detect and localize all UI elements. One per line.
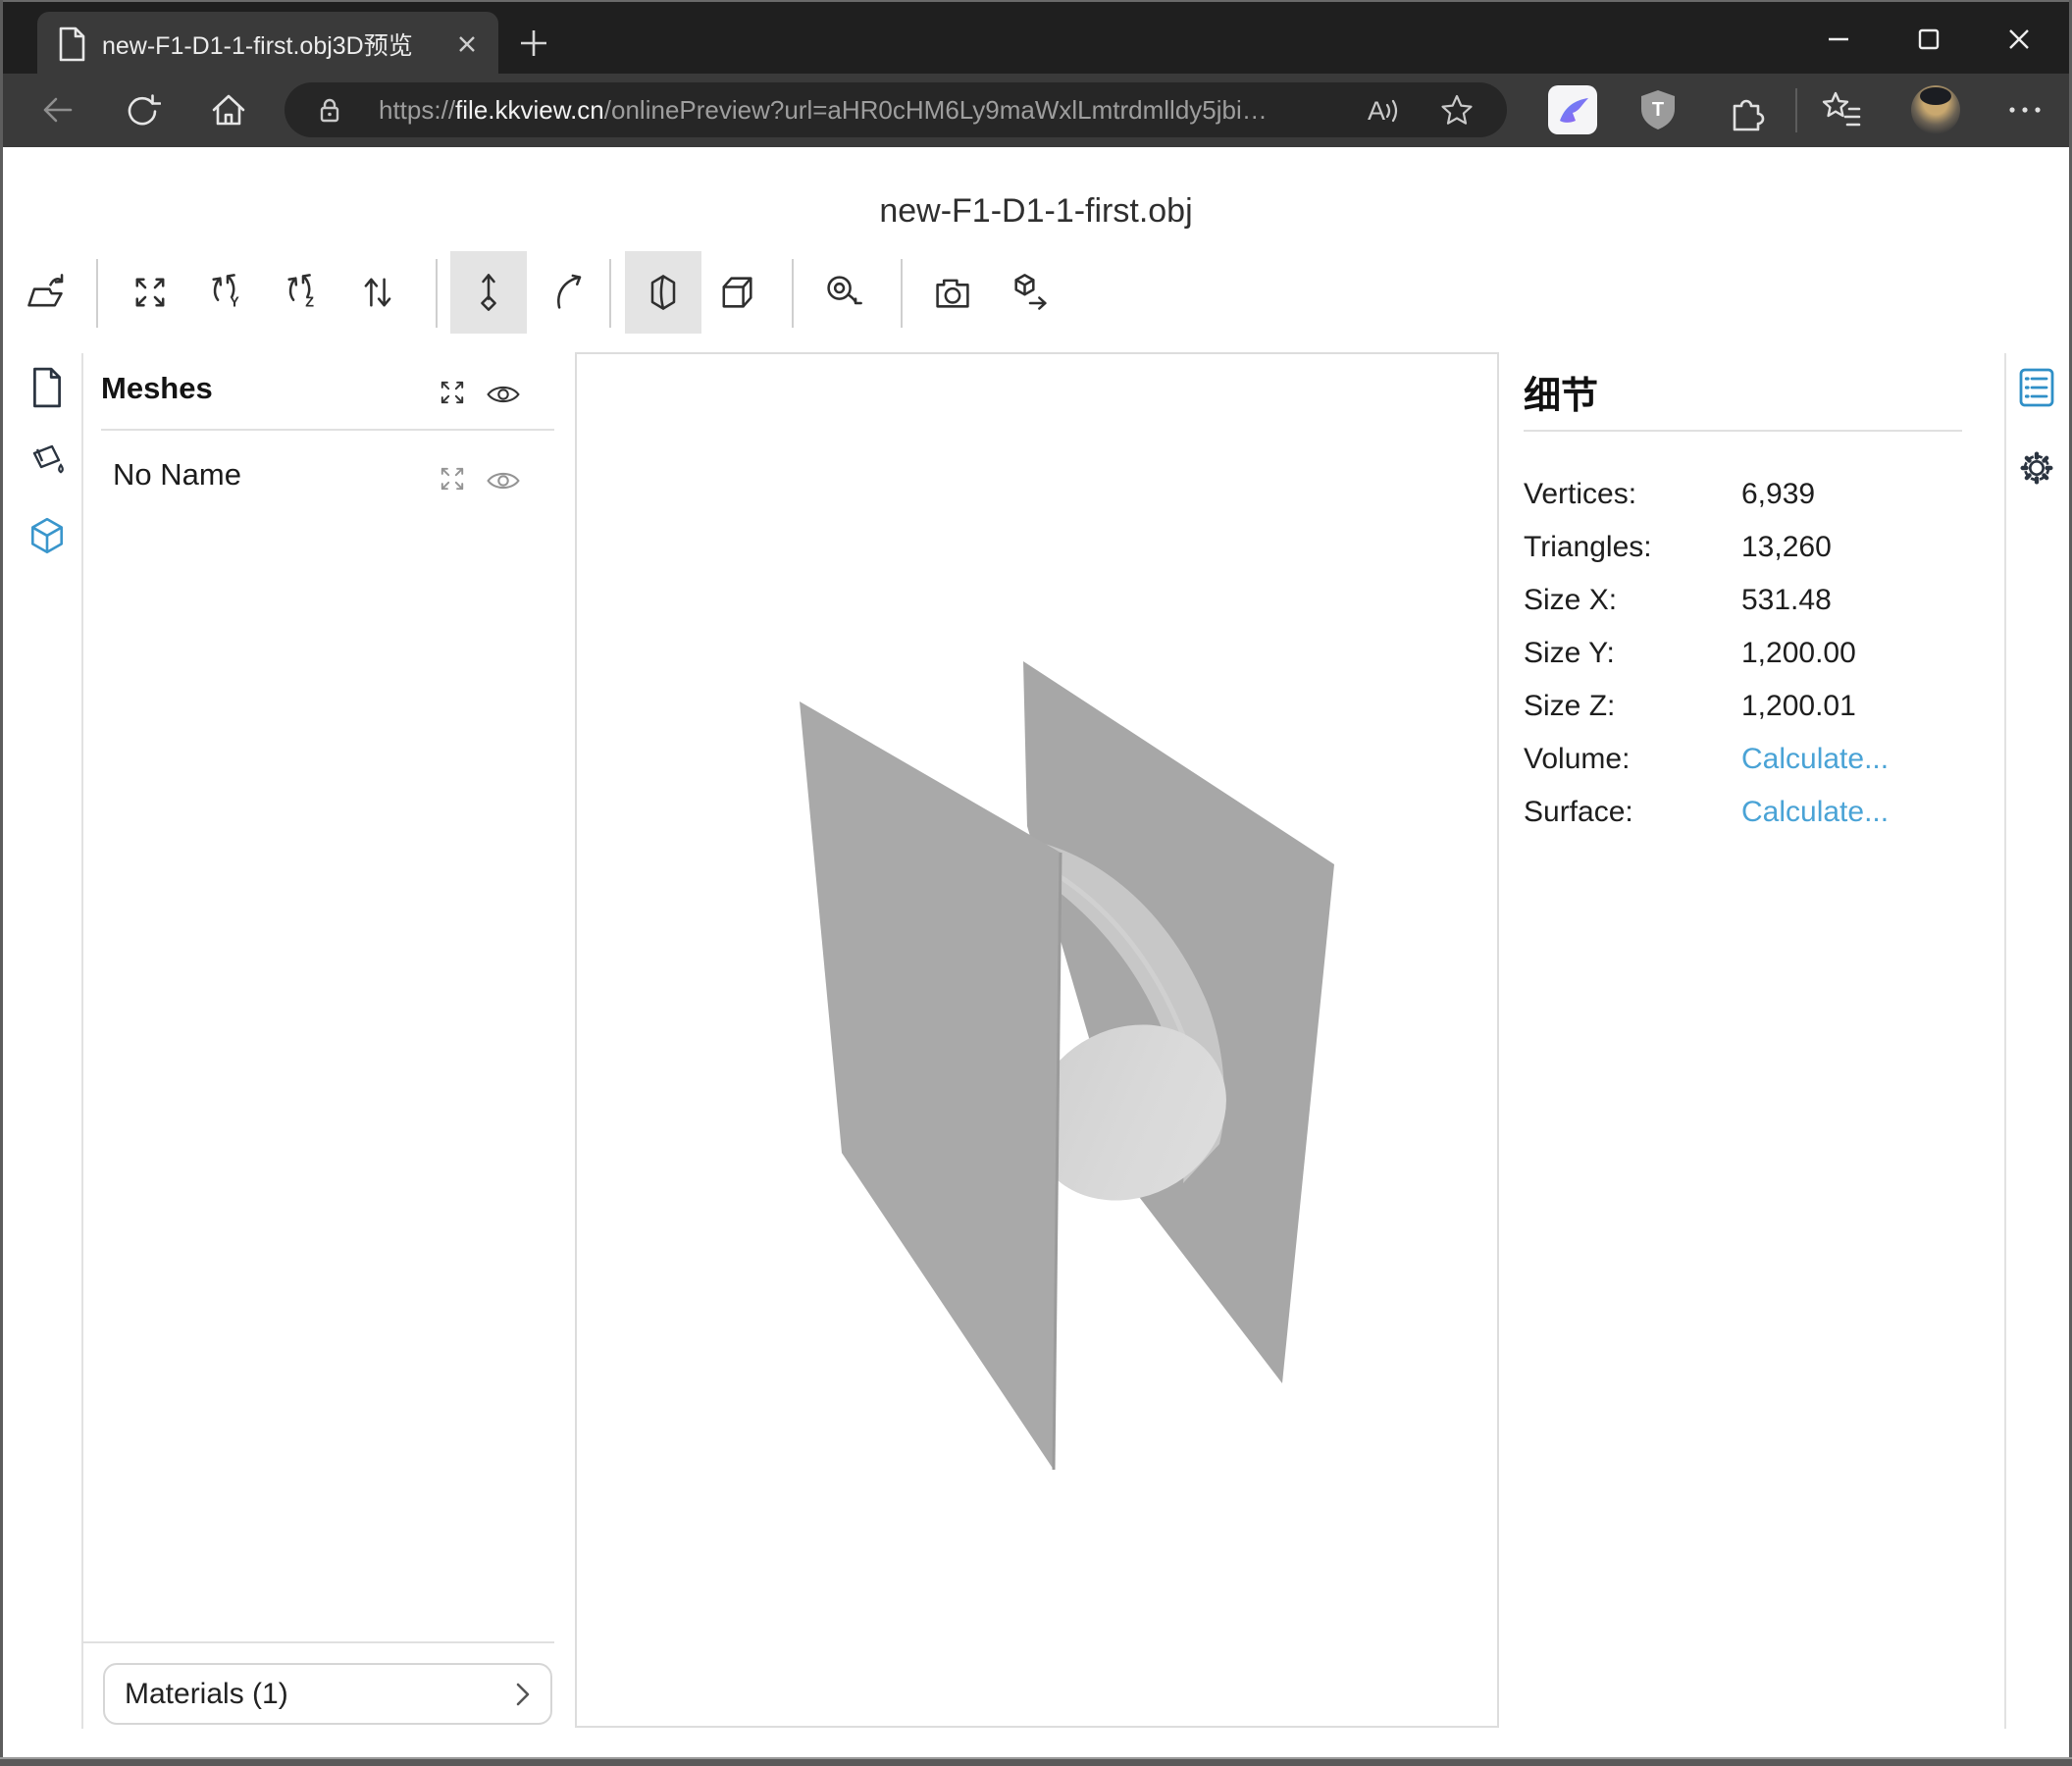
home-button[interactable] [209,90,248,130]
browser-navbar: https://file.kkview.cn/onlinePreview?url… [0,74,2072,147]
close-button[interactable] [1974,12,2064,67]
read-aloud-icon[interactable]: A [1362,94,1405,128]
url-path: /onlinePreview?url=aHR0cHM6Ly9maWxlLmtrd… [604,95,1268,125]
detail-row-surface: Surface: Calculate... [1524,786,1975,839]
chevron-right-icon [515,1682,531,1707]
detail-row-size-y: Size Y: 1,200.00 [1524,627,1975,680]
details-panel-title: 细节 [1524,365,1598,419]
svg-text:Y: Y [230,294,239,310]
3d-model [577,354,1497,1726]
toolbar-divider [436,259,438,328]
toolbar-rotate-z-button[interactable]: Z [265,251,341,334]
extensions-puzzle-icon[interactable] [1725,90,1768,133]
materials-button-label: Materials (1) [125,1678,515,1711]
back-button[interactable] [37,90,77,130]
volume-calculate-link[interactable]: Calculate... [1741,743,1889,776]
window-border-left [0,0,3,1766]
toolbar-divider [901,259,903,328]
tab-file-icon [57,26,86,62]
collections-icon[interactable] [1819,88,1864,133]
tab-title: new-F1-D1-1-first.obj3D预览 [102,26,440,62]
meshes-visibility-eye-icon[interactable] [486,377,521,412]
toolbar-flip-vertical-button[interactable] [339,251,416,334]
tab-close-icon[interactable] [455,32,479,56]
model-left-plane [800,701,1061,1470]
right-strip-divider [2004,353,2006,1729]
meshes-focus-icon[interactable] [435,375,470,410]
url-domain: file.kkview.cn [455,95,604,125]
details-list-icon[interactable] [2016,367,2057,408]
extension-bird-icon[interactable] [1548,85,1597,134]
extension-shield-icon[interactable]: T [1634,86,1682,133]
url-scheme: https:// [379,95,455,125]
toolbar-translate-button[interactable] [450,251,527,334]
mesh-row-visibility-eye-icon[interactable] [486,463,521,498]
toolbar-screenshot-button[interactable] [914,251,991,334]
page-content: new-F1-D1-1-first.obj Y Z [3,147,2069,1757]
3d-viewer-canvas[interactable] [575,352,1499,1728]
toolbar-solid-view-button[interactable] [699,251,775,334]
url-bar[interactable]: https://file.kkview.cn/onlinePreview?url… [285,82,1507,137]
detail-row-size-z: Size Z: 1,200.01 [1524,680,1975,733]
mesh-row-focus-icon[interactable] [435,461,470,496]
left-strip-divider [81,353,83,1729]
detail-row-triangles: Triangles: 13,260 [1524,521,1975,574]
detail-row-vertices: Vertices: 6,939 [1524,468,1975,521]
navbar-divider [1795,88,1797,132]
url-text[interactable]: https://file.kkview.cn/onlinePreview?url… [379,82,1268,137]
browser-tab[interactable]: new-F1-D1-1-first.obj3D预览 [37,12,498,76]
svg-text:T: T [1652,99,1664,121]
profile-avatar[interactable] [1911,85,1960,134]
favorite-star-icon[interactable] [1440,93,1474,127]
toolbar-export-model-button[interactable] [992,251,1068,334]
meshes-panel-title: Meshes [101,371,213,406]
lock-icon[interactable] [316,96,343,124]
browser-titlebar: new-F1-D1-1-first.obj3D预览 [0,0,2072,74]
sidebar-model-cube-icon[interactable] [26,516,68,557]
detail-row-size-x: Size X: 531.48 [1524,574,1975,627]
toolbar-orbit-button[interactable] [531,251,607,334]
sidebar-material-icon[interactable] [26,440,68,481]
toolbar-measure-button[interactable] [805,251,882,334]
detail-row-volume: Volume: Calculate... [1524,733,1975,786]
settings-menu-icon[interactable] [2001,90,2048,130]
details-rows: Vertices: 6,939 Triangles: 13,260 Size X… [1524,468,1975,839]
sidebar-file-icon[interactable] [26,367,68,408]
mesh-row-label[interactable]: No Name [113,457,241,493]
toolbar-divider [609,259,611,328]
refresh-button[interactable] [122,90,161,130]
materials-divider [81,1641,554,1643]
window-border-bottom [0,1757,2072,1766]
toolbar-fit-view-button[interactable] [112,251,188,334]
svg-text:Z: Z [305,294,314,310]
toolbar-divider [792,259,794,328]
toolbar-shaded-view-button[interactable] [625,251,701,334]
page-title: new-F1-D1-1-first.obj [3,192,2069,231]
maximize-button[interactable] [1884,12,1974,67]
settings-gear-icon[interactable] [2016,447,2057,489]
materials-button[interactable]: Materials (1) [103,1663,552,1725]
toolbar-open-model-button[interactable] [7,251,83,334]
minimize-button[interactable] [1793,12,1884,67]
details-divider [1524,430,1962,432]
toolbar-divider [96,259,98,328]
toolbar-rotate-y-button[interactable]: Y [189,251,266,334]
meshes-panel-divider [101,429,554,431]
new-tab-button[interactable] [508,18,559,69]
surface-calculate-link[interactable]: Calculate... [1741,796,1889,829]
